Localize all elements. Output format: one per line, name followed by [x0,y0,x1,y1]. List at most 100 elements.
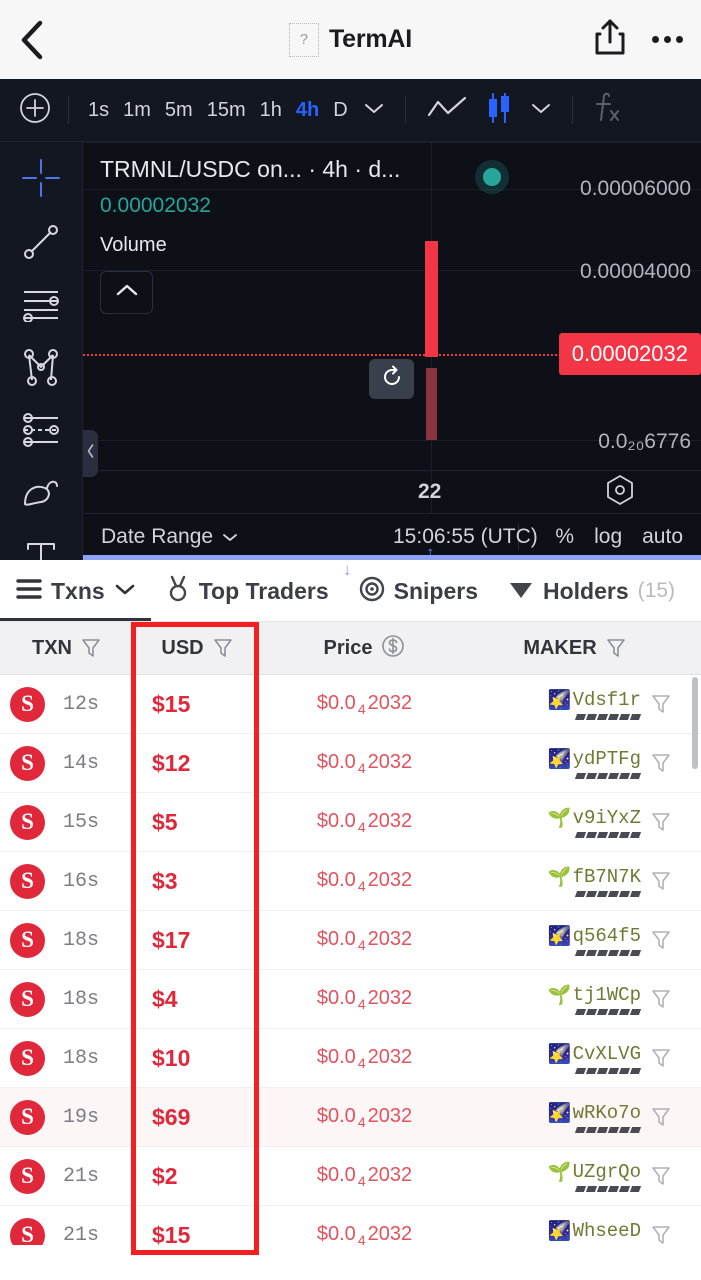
column-header-txn[interactable]: TXN [0,622,133,674]
date-range-button[interactable]: Date Range [101,525,239,549]
timeframe-1m[interactable]: 1m [116,97,158,124]
maker-identity[interactable]: 🌠 WhseeD [548,1219,641,1245]
trend-line-tool[interactable] [18,222,64,266]
txn-age: 18s [63,928,100,952]
txn-type-badge[interactable]: S [10,1158,45,1194]
tab-top-traders[interactable]: Top Traders [166,575,329,608]
time-axis[interactable]: 22 [83,470,701,514]
table-row[interactable]: S 19s $69 $0.0 4 2032 🌠 wRKo7o [0,1088,701,1147]
column-header-maker[interactable]: MAKER [468,622,681,674]
cell-maker: 🌱 fB7N7K [468,852,681,910]
table-scrollbar[interactable] [692,677,698,769]
brush-tool[interactable] [18,474,64,517]
column-header-price[interactable]: Price [261,622,468,674]
funnel-icon[interactable] [651,1165,671,1187]
funnel-icon[interactable] [651,752,671,774]
funnel-icon[interactable] [606,637,626,659]
timeframe-more-button[interactable] [355,101,393,120]
transactions-table[interactable]: S 12s $15 $0.0 4 2032 🌠 Vdsf1r S 14s $12 $0.0 4 2032 🌠… [0,675,701,1245]
funnel-icon[interactable] [651,929,671,951]
txn-type-badge[interactable]: S [10,745,45,781]
diamond-icon [508,578,534,605]
chevron-down-icon [221,525,239,549]
timeframe-15m[interactable]: 15m [200,97,253,124]
share-button[interactable] [594,18,626,61]
plus-circle-icon [19,92,51,129]
funnel-icon[interactable] [651,1047,671,1069]
chart-canvas[interactable]: TRMNL/USDC on... · 4h · d... 0.00002032 … [83,142,701,560]
maker-identity[interactable]: 🌠 ydPTFg [548,747,642,779]
current-price-tag[interactable]: 0.00002032 [558,333,701,375]
timeframe-1h[interactable]: 1h [253,97,289,124]
dollar-circle-icon[interactable] [381,634,405,663]
maker-identity[interactable]: 🌠 q564f5 [548,924,642,956]
chevron-left-icon [86,443,95,464]
table-row[interactable]: S 15s $5 $0.0 4 2032 🌱 v9iYxZ [0,793,701,852]
txn-type-badge[interactable]: S [10,922,45,958]
txn-type-badge[interactable]: S [10,981,45,1017]
table-row[interactable]: S 12s $15 $0.0 4 2032 🌠 Vdsf1r [0,675,701,734]
txn-type-badge[interactable]: S [10,1040,45,1076]
cell-price: $0.0 4 2032 [261,1206,468,1246]
table-row[interactable]: S 18s $17 $0.0 4 2032 🌠 q564f5 [0,911,701,970]
replay-button[interactable] [369,359,414,399]
pitchfork-tool[interactable] [18,347,64,391]
funnel-icon[interactable] [651,693,671,715]
fx-icon [593,91,621,130]
tab-holders[interactable]: Holders (15) [508,578,675,605]
txn-type-badge[interactable]: S [10,1217,45,1245]
maker-identity[interactable]: 🌠 Vdsf1r [548,688,642,720]
maker-identity[interactable]: 🌱 fB7N7K [548,865,642,897]
add-symbol-button[interactable] [14,92,56,129]
maker-identity[interactable]: 🌠 CvXLVG [548,1042,642,1074]
table-row[interactable]: S 14s $12 $0.0 4 2032 🌠 ydPTFg [0,734,701,793]
column-header-usd[interactable]: USD [133,622,261,674]
table-row[interactable]: S 21s $15 $0.0 4 2032 🌠 WhseeD [0,1206,701,1245]
txn-usd-value: $10 [152,1044,191,1071]
back-button[interactable] [18,19,62,61]
cell-txn: S 19s [0,1088,133,1146]
timeframe-5m[interactable]: 5m [158,97,200,124]
timeframe-d[interactable]: D [326,97,354,124]
line-chart-button[interactable] [418,94,476,127]
funnel-icon[interactable] [213,637,233,659]
txn-usd-value: $5 [152,808,178,835]
table-row[interactable]: S 21s $2 $0.0 4 2032 🌱 UZgrQo [0,1147,701,1206]
maker-badge-icon: 🌱 [547,1162,572,1183]
legend-collapse-button[interactable] [100,271,153,314]
table-row[interactable]: S 18s $4 $0.0 4 2032 🌱 tj1WCp [0,970,701,1029]
funnel-icon[interactable] [651,1224,671,1245]
funnel-icon[interactable] [81,637,101,659]
candlestick-chart-button[interactable] [476,91,522,130]
indicators-button[interactable] [585,91,629,130]
txn-type-badge[interactable]: S [10,804,45,840]
log-scale-button[interactable]: log [594,525,622,549]
auto-scale-button[interactable]: auto [642,525,683,549]
timeframe-4h[interactable]: 4h [289,97,326,124]
percent-scale-button[interactable]: % [555,525,574,549]
fib-tool[interactable] [18,411,64,454]
panel-collapse-handle[interactable] [83,430,98,477]
funnel-icon[interactable] [651,988,671,1010]
table-row[interactable]: S 16s $3 $0.0 4 2032 🌱 fB7N7K [0,852,701,911]
txn-type-badge[interactable]: S [10,686,45,722]
chart-settings-button[interactable] [605,474,635,511]
tab-snipers[interactable]: Snipers [359,576,478,607]
tab-txns[interactable]: Txns [16,578,136,605]
maker-identity[interactable]: 🌱 tj1WCp [548,983,642,1015]
maker-identity[interactable]: 🌱 v9iYxZ [548,806,642,838]
maker-identity[interactable]: 🌱 UZgrQo [547,1160,642,1192]
cell-maker: 🌠 q564f5 [468,911,681,969]
table-row[interactable]: S 18s $10 $0.0 4 2032 🌠 CvXLVG [0,1029,701,1088]
funnel-icon[interactable] [651,811,671,833]
funnel-icon[interactable] [651,1106,671,1128]
chart-type-more-button[interactable] [522,101,560,120]
crosshair-tool[interactable] [18,158,64,202]
txn-type-badge[interactable]: S [10,1099,45,1135]
more-options-button[interactable] [652,36,683,43]
timeframe-1s[interactable]: 1s [81,97,116,124]
horizontal-lines-tool[interactable] [18,286,64,327]
funnel-icon[interactable] [651,870,671,892]
maker-identity[interactable]: 🌠 wRKo7o [548,1101,642,1133]
txn-type-badge[interactable]: S [10,863,45,899]
